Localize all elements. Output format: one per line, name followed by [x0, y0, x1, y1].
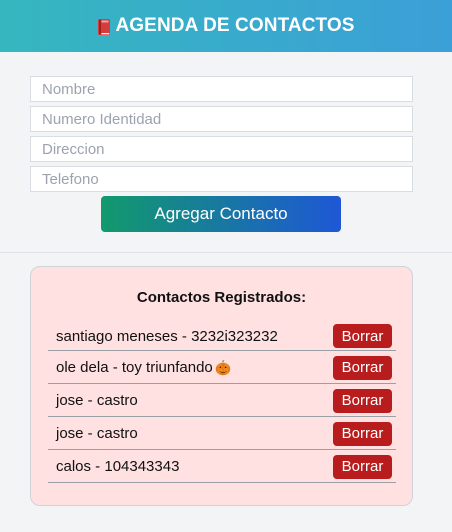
pumpkin-icon — [214, 359, 232, 377]
contacts-panel: Contactos Registrados: santiago meneses … — [30, 266, 413, 506]
contact-label: jose - castro — [56, 392, 138, 409]
contact-list-item: calos - 104343343 Borrar — [48, 451, 396, 483]
book-icon — [97, 18, 111, 36]
contact-text: calos - 104343343 — [56, 458, 179, 475]
contact-text: jose - castro — [56, 425, 138, 442]
delete-contact-button[interactable]: Borrar — [333, 355, 392, 380]
contacts-panel-title: Contactos Registrados: — [136, 289, 307, 306]
page-title: AGENDA DE CONTACTOS — [115, 15, 355, 36]
contact-text: jose - castro — [56, 392, 138, 409]
contact-list-item: jose - castro Borrar — [48, 385, 396, 417]
identity-number-input[interactable] — [30, 106, 413, 132]
contacts-list: santiago meneses - 3232i323232 Borrar ol… — [48, 322, 396, 483]
contact-form — [30, 76, 413, 196]
add-contact-button[interactable]: Agregar Contacto — [101, 196, 341, 232]
phone-input[interactable] — [30, 166, 413, 192]
contact-label: calos - 104343343 — [56, 458, 180, 475]
header-bar: AGENDA DE CONTACTOS — [0, 0, 452, 52]
contact-label: jose - castro — [56, 425, 138, 442]
contact-text: santiago meneses - 3232i323232 — [56, 328, 278, 345]
contact-list-item: jose - castro Borrar — [48, 418, 396, 450]
delete-contact-button[interactable]: Borrar — [333, 324, 392, 348]
name-input[interactable] — [30, 76, 413, 102]
delete-contact-button[interactable]: Borrar — [333, 388, 392, 413]
address-input[interactable] — [30, 136, 413, 162]
section-divider — [0, 252, 452, 253]
delete-contact-button[interactable]: Borrar — [333, 454, 392, 479]
contact-list-item: santiago meneses - 3232i323232 Borrar — [48, 322, 396, 351]
app-window: AGENDA DE CONTACTOS Agregar Contacto Con… — [0, 0, 452, 532]
contact-text: ole dela - toy triunfando — [56, 359, 232, 377]
contact-list-item: ole dela - toy triunfando Borrar — [48, 352, 396, 384]
contact-label: santiago meneses - 3232i323232 — [56, 327, 278, 345]
contact-label: ole dela - toy triunfando — [56, 359, 213, 376]
delete-contact-button[interactable]: Borrar — [333, 421, 392, 446]
